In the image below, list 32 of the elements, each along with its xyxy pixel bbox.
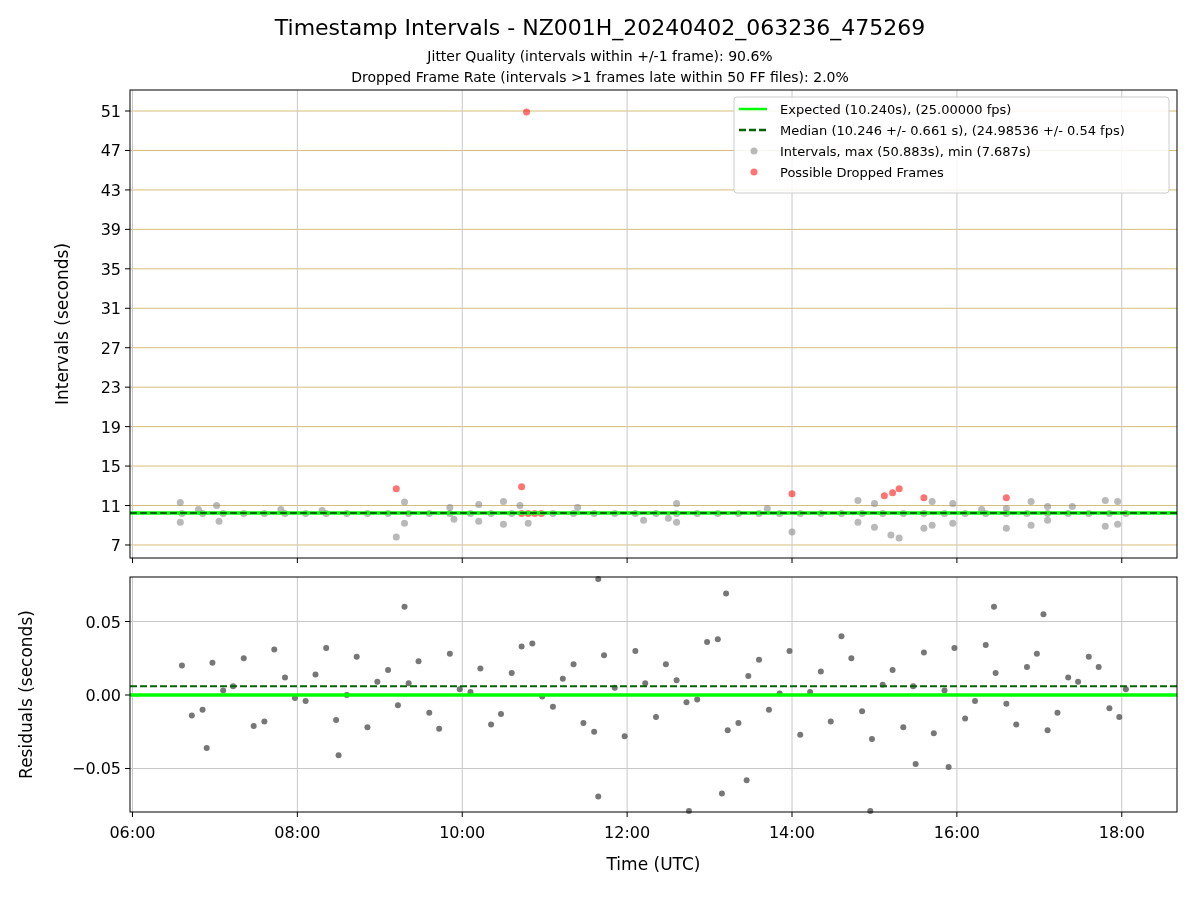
- legend-label: Possible Dropped Frames: [780, 164, 944, 180]
- tick-label: 35: [100, 259, 121, 279]
- tick-label: 7: [110, 536, 121, 555]
- figure-subtitle: Jitter Quality (intervals within +/-1 frame): 90.6%: [427, 47, 773, 66]
- tick-label: 47: [100, 141, 121, 161]
- tick-label: −0.05: [71, 759, 121, 779]
- tick-label: 23: [100, 378, 121, 398]
- tick-label: 14:00: [768, 823, 816, 842]
- tick-label: 43: [100, 180, 121, 200]
- tick-label: 0.05: [85, 612, 121, 632]
- tick-label: 39: [100, 220, 121, 240]
- tick-label: 08:00: [274, 823, 321, 842]
- axis-label: Intervals (seconds): [52, 242, 72, 406]
- tick-label: 31: [100, 299, 121, 319]
- tick-label: 10:00: [439, 823, 486, 842]
- tick-label: 15: [100, 457, 121, 477]
- legend-label: Expected (10.240s), (25.00000 fps): [780, 101, 1012, 117]
- figure-subtitle: Dropped Frame Rate (intervals >1 frames late within 50 FF files): 2.0%: [351, 68, 849, 87]
- axis-label: Residuals (seconds): [16, 610, 36, 779]
- tick-label: 19: [100, 417, 121, 437]
- tick-label: 0.00: [85, 686, 121, 705]
- tick-label: 11: [100, 496, 121, 516]
- tick-label: 51: [100, 102, 121, 121]
- figure-title: Timestamp Intervals - NZ001H_20240402_063236_475269: [274, 14, 926, 43]
- legend-label: Intervals, max (50.883s), min (7.687s): [780, 143, 1031, 159]
- tick-label: 12:00: [604, 823, 651, 842]
- tick-label: 18:00: [1098, 823, 1145, 842]
- axis-label: Time (UTC): [606, 854, 701, 874]
- legend-label: Median (10.246 +/- 0.661 s), (24.98536 +/- 0.54 fps): [780, 122, 1125, 138]
- tick-label: 27: [100, 338, 121, 358]
- tick-label: 06:00: [109, 823, 156, 842]
- tick-label: 16:00: [933, 823, 980, 842]
